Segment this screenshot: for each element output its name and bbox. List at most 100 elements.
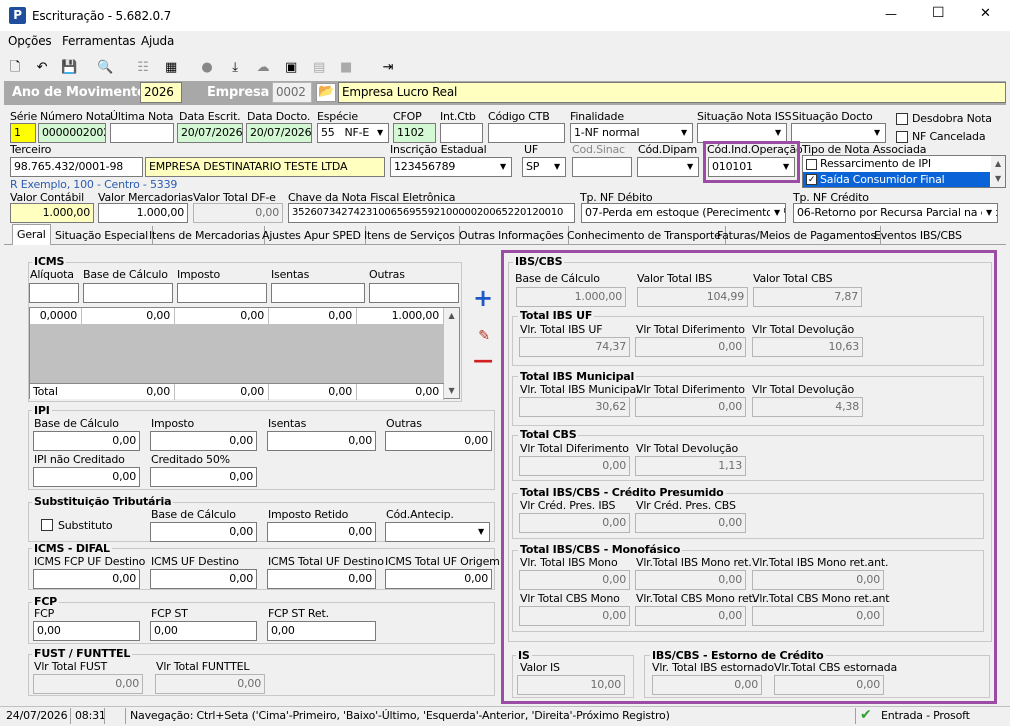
fcp-a-field[interactable]: 0,00 bbox=[33, 621, 140, 641]
mono-d-field[interactable]: 0,00 bbox=[519, 606, 630, 626]
ibs-vibs-field[interactable]: 104,99 bbox=[637, 287, 748, 307]
tab-faturas-pagamentos[interactable]: Faturas/Meios de Pagamentos bbox=[713, 226, 881, 245]
chevron-down-icon[interactable]: ▼ bbox=[474, 524, 488, 540]
remove-button[interactable]: — bbox=[471, 350, 495, 371]
new-document-icon[interactable]: 🗋 bbox=[5, 59, 25, 77]
mono-c-field[interactable]: 0,00 bbox=[752, 570, 884, 590]
download-icon[interactable]: ⤓ bbox=[225, 59, 245, 77]
chevron-down-icon[interactable]: ▼ bbox=[982, 205, 996, 221]
tab-situacao-especial[interactable]: Situação Especial bbox=[51, 226, 154, 245]
fust-b-field[interactable]: 0,00 bbox=[155, 674, 265, 694]
sitiss-select[interactable]: ▼ bbox=[697, 123, 787, 143]
tree-icon[interactable]: ☷ bbox=[133, 59, 153, 77]
undo-icon[interactable]: ↶ bbox=[32, 59, 52, 77]
ipi-ise-field[interactable]: 0,00 bbox=[267, 431, 376, 451]
tab-ajustes-apur-sped[interactable]: Ajustes Apur SPED bbox=[258, 226, 366, 245]
razao-field[interactable]: EMPRESA DESTINATARIO TESTE LTDA bbox=[145, 157, 385, 177]
fcp-b-field[interactable]: 0,00 bbox=[150, 621, 257, 641]
icms-input-base[interactable] bbox=[83, 283, 173, 303]
mono-e-field[interactable]: 0,00 bbox=[635, 606, 746, 626]
serie-field[interactable]: 1 bbox=[10, 123, 36, 143]
dtescrit-field[interactable]: 20/07/2026 bbox=[177, 123, 243, 143]
intctb-field[interactable] bbox=[440, 123, 483, 143]
icms-input-imposto[interactable] bbox=[177, 283, 267, 303]
difal-c-field[interactable]: 0,00 bbox=[267, 569, 376, 589]
sitdocto-select[interactable]: ▼ bbox=[791, 123, 886, 143]
chevron-down-icon[interactable]: ▼ bbox=[779, 159, 793, 175]
calculator-icon[interactable]: ▦ bbox=[161, 59, 181, 77]
ipi-imp-field[interactable]: 0,00 bbox=[150, 431, 257, 451]
empresa-code-field[interactable]: 0002 bbox=[272, 82, 312, 103]
finalidade-select[interactable]: 1-NF normal ▼ bbox=[570, 123, 693, 143]
dtdocto-field[interactable]: 20/07/2026 bbox=[246, 123, 312, 143]
folder-icon[interactable]: 📂 bbox=[316, 83, 336, 102]
minimize-button[interactable]: — bbox=[885, 7, 897, 21]
ibs-mun-b-field[interactable]: 0,00 bbox=[635, 397, 746, 417]
edit-icon[interactable]: ✎ bbox=[473, 328, 495, 346]
cib-icon[interactable]: ▣ bbox=[281, 59, 301, 77]
exit-icon[interactable]: ⇥ bbox=[378, 59, 398, 77]
ibs-uf-c-field[interactable]: 10,63 bbox=[752, 337, 863, 357]
chevron-down-icon[interactable]: ▼ bbox=[683, 159, 697, 175]
uf-select[interactable]: SP ▼ bbox=[522, 157, 566, 177]
close-button[interactable]: ✕ bbox=[980, 6, 991, 21]
icms-cell[interactable]: 0,00 bbox=[175, 308, 269, 324]
ultima-field[interactable] bbox=[110, 123, 174, 143]
save-icon[interactable]: 💾 bbox=[59, 59, 79, 77]
difal-b-field[interactable]: 0,00 bbox=[150, 569, 257, 589]
difal-d-field[interactable]: 0,00 bbox=[385, 569, 492, 589]
list-scrollbar[interactable]: ▲ ▼ bbox=[991, 156, 1005, 187]
square-icon[interactable]: ■ bbox=[336, 59, 356, 77]
chevron-down-icon[interactable]: ▼ bbox=[550, 159, 564, 175]
ipi-c50-field[interactable]: 0,00 bbox=[150, 467, 257, 487]
tiponota-option-selected[interactable]: Saída Consumidor Final bbox=[820, 173, 945, 186]
mono-b-field[interactable]: 0,00 bbox=[635, 570, 746, 590]
icms-cell[interactable]: 0,0000 bbox=[30, 308, 82, 324]
icms-input-outras[interactable] bbox=[369, 283, 459, 303]
ie-select[interactable]: 123456789 ▼ bbox=[390, 157, 512, 177]
ibs-mun-a-field[interactable]: 30,62 bbox=[519, 397, 630, 417]
vmerc-field[interactable]: 1.000,00 bbox=[98, 203, 188, 223]
ipi-base-field[interactable]: 0,00 bbox=[33, 431, 140, 451]
desdobra-checkbox[interactable] bbox=[896, 113, 908, 125]
cloud-icon[interactable]: ☁ bbox=[253, 59, 273, 77]
estorno-b-field[interactable]: 0,00 bbox=[774, 675, 884, 695]
icms-input-aliquota[interactable] bbox=[29, 283, 79, 303]
tab-itens-mercadorias[interactable]: Itens de Mercadorias bbox=[145, 226, 265, 245]
consumidor-checkbox[interactable]: ✓ bbox=[806, 174, 817, 185]
is-a-field[interactable]: 10,00 bbox=[517, 675, 625, 695]
tab-geral[interactable]: Geral bbox=[12, 224, 51, 245]
fust-a-field[interactable]: 0,00 bbox=[33, 674, 143, 694]
ipi-nc-field[interactable]: 0,00 bbox=[33, 467, 140, 487]
codsinac-field[interactable] bbox=[572, 157, 632, 177]
icms-cell[interactable]: 0,00 bbox=[82, 308, 175, 324]
cfop-field[interactable]: 1102 bbox=[393, 123, 436, 143]
codind-select[interactable]: 010101 ▼ bbox=[708, 157, 795, 177]
icms-input-isentas[interactable] bbox=[271, 283, 365, 303]
empresa-name-field[interactable]: Empresa Lucro Real bbox=[338, 82, 1006, 103]
ipi-out-field[interactable]: 0,00 bbox=[385, 431, 492, 451]
mono-f-field[interactable]: 0,00 bbox=[752, 606, 884, 626]
substituto-checkbox[interactable] bbox=[41, 519, 53, 531]
tab-conhecimento-transporte[interactable]: Conhecimento de Transporte bbox=[563, 226, 726, 245]
chave-field[interactable]: 3526073427423100656955921000002006522012… bbox=[288, 203, 575, 223]
ibs-base-field[interactable]: 1.000,00 bbox=[516, 287, 626, 307]
fcp-c-field[interactable]: 0,00 bbox=[267, 621, 376, 641]
especie-field[interactable]: 55 NF-E ▼ bbox=[317, 123, 389, 143]
menu-ferramentas[interactable]: Ferramentas bbox=[62, 34, 136, 48]
cancelada-checkbox[interactable] bbox=[896, 131, 908, 143]
st-ant-select[interactable]: ▼ bbox=[385, 522, 490, 542]
cbs-a-field[interactable]: 0,00 bbox=[519, 456, 630, 476]
icms-cell[interactable]: 0,00 bbox=[269, 308, 357, 324]
tab-outras-informacoes[interactable]: Outras Informações bbox=[455, 226, 569, 245]
numero-field[interactable]: 0000002002 bbox=[38, 123, 106, 143]
icms-scrollbar[interactable]: ▲ ▼ bbox=[444, 308, 459, 398]
icms-cell[interactable]: 1.000,00 bbox=[357, 308, 444, 324]
vcontabil-field[interactable]: 1.000,00 bbox=[10, 203, 94, 223]
chevron-down-icon[interactable]: ▼ bbox=[373, 125, 387, 141]
ano-field[interactable]: 2026 bbox=[140, 82, 182, 103]
chevron-down-icon[interactable]: ▼ bbox=[870, 125, 884, 141]
apple-icon[interactable]: ● bbox=[197, 59, 217, 77]
tab-itens-servicos[interactable]: Itens de Serviços bbox=[360, 226, 460, 245]
maximize-button[interactable]: ☐ bbox=[932, 5, 945, 21]
